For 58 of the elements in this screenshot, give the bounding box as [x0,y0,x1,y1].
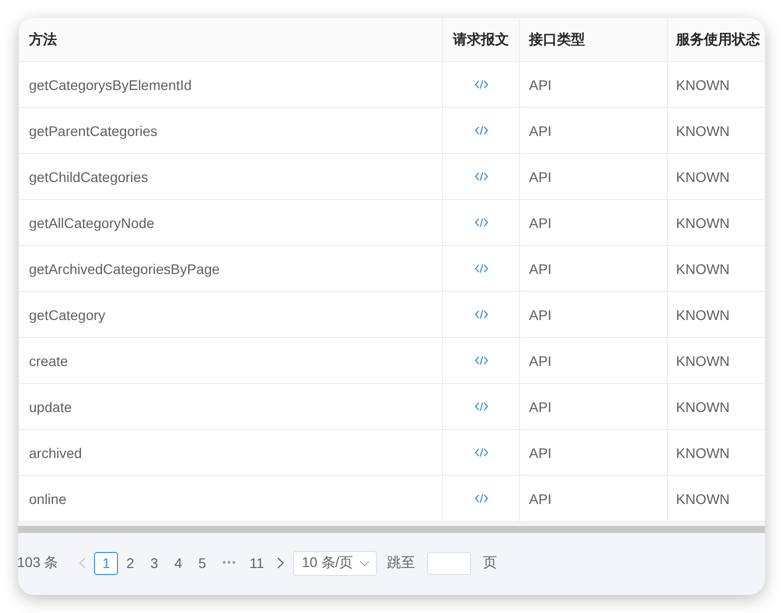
page-button[interactable]: 3 [142,552,166,574]
table-cell: API [520,62,668,107]
caret-icon [359,560,370,566]
table-cell: getAllCategoryNode [19,200,443,245]
code-icon[interactable] [474,263,488,274]
table-cell-text: KNOWN [675,214,731,232]
code-icon[interactable] [474,125,488,136]
table-cell: getCategory [19,292,443,337]
code-icon[interactable] [474,355,488,366]
table-cell: API [520,108,668,153]
table-cell-text: KNOWN [675,260,731,278]
code-icon[interactable] [474,217,488,228]
table-cell: getParentCategories [19,108,443,153]
table-cell: API [520,200,668,245]
table-cell-text: KNOWN [675,352,731,370]
table-cell: getArchivedCategoriesByPage [19,246,443,291]
table-cell: API [520,338,668,383]
table-cell-text: KNOWN [675,76,731,94]
table-cell-text: KNOWN [675,122,731,140]
table-cell: API [520,154,668,199]
code-icon[interactable] [474,171,488,182]
table-cell: archived [19,430,443,475]
table-cell: API [520,292,668,337]
total-count: 103 条 [18,554,58,572]
table-cell-text: KNOWN [675,398,731,416]
table-cell: API [520,384,668,429]
page-button[interactable]: 4 [166,552,190,574]
scrollbar[interactable] [18,526,765,533]
table-cell: API [520,430,668,475]
page-unit-label: 页 [483,554,498,572]
chevron-right-icon[interactable] [274,557,285,569]
column-header: 方法 [19,18,443,61]
column-header: 接口类型 [520,18,668,61]
jump-label: 跳至 [387,554,416,572]
page-button[interactable]: 5 [190,552,214,574]
page-button[interactable]: 1 [94,552,118,574]
code-icon[interactable] [474,493,488,504]
column-header: 请求报文 [443,18,520,61]
table-cell: create [19,338,443,383]
code-icon[interactable] [474,309,488,320]
column-header: 服务使用状态 [674,30,761,48]
table-cell-text: KNOWN [675,490,731,508]
table-cell-text: KNOWN [675,444,731,462]
page-button[interactable]: 2 [118,552,142,574]
table-cell-text: KNOWN [675,306,731,324]
table-cell: API [520,246,668,291]
table-cell: online [19,476,443,521]
page-size-select[interactable]: 10 条/页 [292,550,378,576]
code-icon[interactable] [474,447,488,458]
page-button[interactable]: 11 [244,552,269,574]
jump-input[interactable] [427,552,472,574]
table-cell: update [19,384,443,429]
code-icon[interactable] [474,79,488,90]
table-cell-text: KNOWN [675,168,731,186]
code-icon[interactable] [474,401,488,412]
table-cell: getChildCategories [19,154,443,199]
table-cell: getCategorysByElementId [19,62,443,107]
table-cell: API [520,476,668,521]
